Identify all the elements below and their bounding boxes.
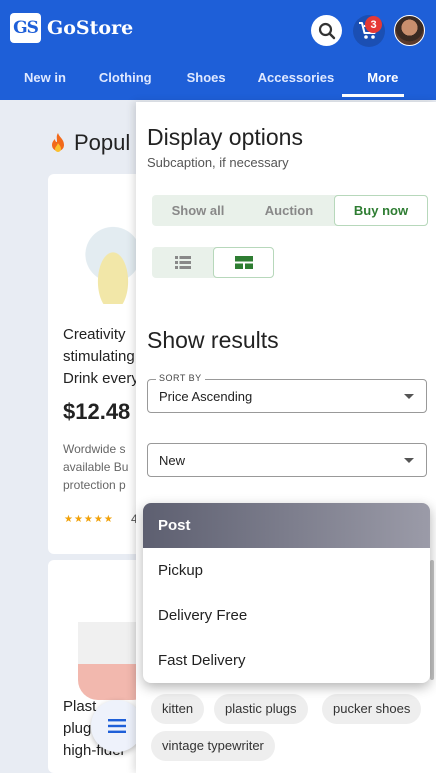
product-details-line: Wordwide s <box>63 442 126 456</box>
product-price: $12.48 <box>63 399 131 424</box>
condition-select[interactable]: New <box>147 443 427 477</box>
sort-by-label: SORT BY <box>156 373 205 383</box>
menu-item-fast-delivery[interactable]: Fast Delivery <box>143 638 430 683</box>
nav-tab-more[interactable]: More <box>367 62 398 94</box>
nav-tab-accessories[interactable]: Accessories <box>258 62 335 94</box>
drawer-title: Display options <box>147 124 303 150</box>
menu-icon <box>108 719 126 733</box>
menu-item-pickup[interactable]: Pickup <box>143 548 430 593</box>
tag-chip-kitten[interactable]: kitten <box>151 694 205 724</box>
condition-value: New <box>159 453 186 468</box>
brand-name: GoStore <box>47 17 134 39</box>
nav-tab-shoes[interactable]: Shoes <box>187 62 226 94</box>
sort-by-select[interactable]: SORT BY Price Ascending <box>147 373 427 413</box>
product-details: Wordwide s available Bu protection p <box>63 440 128 494</box>
segment-show-all[interactable]: Show all <box>152 195 244 226</box>
avatar[interactable] <box>394 15 425 46</box>
chevron-down-icon <box>404 458 414 463</box>
tag-chip-plastic-plugs[interactable]: plastic plugs <box>214 694 308 724</box>
category-nav: New in Clothing Shoes Accessories More <box>0 62 436 94</box>
sort-by-value: Price Ascending <box>159 389 253 404</box>
logo[interactable]: GS GoStore <box>10 13 133 43</box>
rating-stars: ★★★★★ <box>64 514 114 525</box>
tag-chip-pucker-shoes[interactable]: pucker shoes <box>322 694 422 724</box>
fire-icon <box>52 133 64 152</box>
logo-mark: GS <box>10 13 41 43</box>
menu-item-post[interactable]: Post <box>143 503 430 548</box>
app-header: GS GoStore 3 New in Clothing Shoes Acces… <box>0 0 436 100</box>
active-tab-indicator <box>342 94 404 97</box>
nav-tab-clothing[interactable]: Clothing <box>99 62 152 94</box>
segment-auction[interactable]: Auction <box>244 195 334 226</box>
cart-count-badge: 3 <box>365 16 382 33</box>
search-icon <box>318 22 335 39</box>
drawer-subtitle: Subcaption, if necessary <box>147 155 289 170</box>
view-mode-toggle <box>152 247 274 278</box>
show-results-title: Show results <box>147 327 279 353</box>
product-details-line: protection p <box>63 478 126 492</box>
nav-tab-new-in[interactable]: New in <box>24 62 66 94</box>
list-view-button[interactable] <box>152 247 213 278</box>
grid-view-button[interactable] <box>213 247 274 278</box>
chevron-down-icon <box>404 394 414 399</box>
delivery-options-menu: Post Pickup Delivery Free Fast Delivery <box>143 503 430 683</box>
tag-chip-vintage-typewriter[interactable]: vintage typewriter <box>151 731 275 761</box>
listing-type-segmented-control: Show all Auction Buy now <box>152 195 428 226</box>
segment-buy-now[interactable]: Buy now <box>334 195 428 226</box>
product-details-line: available Bu <box>63 460 129 474</box>
section-title-text: Popul <box>74 130 131 155</box>
search-button[interactable] <box>311 15 342 46</box>
menu-item-delivery-free[interactable]: Delivery Free <box>143 593 430 638</box>
list-view-icon <box>174 256 191 269</box>
grid-view-icon <box>234 256 253 269</box>
section-title: Popul <box>48 130 130 156</box>
drawer-scrollbar[interactable] <box>430 560 434 680</box>
